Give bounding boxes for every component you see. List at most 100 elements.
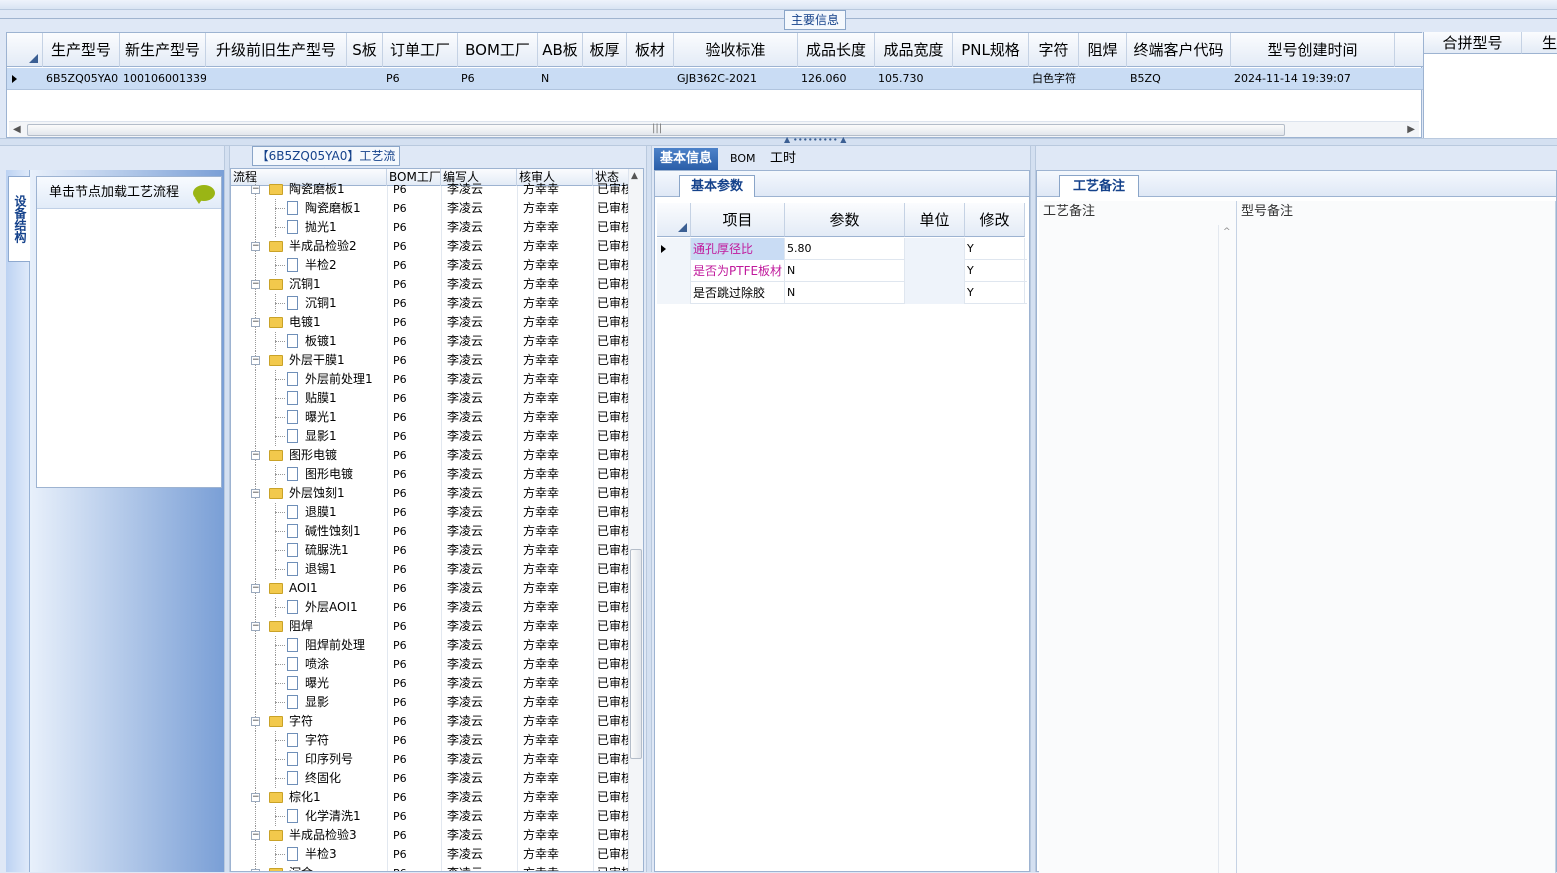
main-col-header-10[interactable]: 成品长度 <box>798 33 875 67</box>
tree-row[interactable]: 印序列号 P6 李凌云 方幸幸 已审核 <box>231 750 631 769</box>
main-cell-12[interactable] <box>953 68 1029 90</box>
tree-row[interactable]: − 沉铜1 P6 李凌云 方幸幸 已审核 <box>231 275 631 294</box>
collapse-icon[interactable]: − <box>251 185 260 194</box>
main-cell-1[interactable]: 10010600133945 <box>120 68 206 90</box>
tree-vscrollbar[interactable]: ▲ <box>628 169 643 871</box>
tree-row[interactable]: 退膜1 P6 李凌云 方幸幸 已审核 <box>231 503 631 522</box>
params-cell-value[interactable]: N <box>785 260 905 282</box>
main-cell-6[interactable]: N <box>538 68 583 90</box>
tree-row[interactable]: 陶瓷磨板1 P6 李凌云 方幸幸 已审核 <box>231 199 631 218</box>
horizontal-splitter[interactable]: ▲ ∙∙∙∙∙∙∙∙∙ ▲ <box>0 135 1557 146</box>
tree-row[interactable]: 图形电镀 P6 李凌云 方幸幸 已审核 <box>231 465 631 484</box>
params-col-header-3[interactable]: 修改 <box>965 203 1025 237</box>
collapse-icon[interactable]: − <box>251 451 260 460</box>
tree-row[interactable]: 终固化 P6 李凌云 方幸幸 已审核 <box>231 769 631 788</box>
main-col-header-15[interactable]: 终端客户代码 <box>1127 33 1231 67</box>
main-cell-8[interactable] <box>627 68 674 90</box>
params-grid[interactable]: 项目 参数 单位 修改 通孔厚径比 5.80 Y 是否为PTFE板材 N Y 是否跳过除胶 N Y <box>657 203 1027 304</box>
collapse-icon[interactable]: − <box>251 242 260 251</box>
collapse-icon[interactable]: − <box>251 318 260 327</box>
main-cell-10[interactable]: 126.060 <box>798 68 875 90</box>
collapse-icon[interactable]: − <box>251 831 260 840</box>
tree-row[interactable]: − 外层蚀刻1 P6 李凌云 方幸幸 已审核 <box>231 484 631 503</box>
scroll-right-icon[interactable]: ▶ <box>1407 124 1415 135</box>
tab-process-remarks[interactable]: 工艺备注 <box>1059 175 1139 197</box>
params-cell-value[interactable]: 5.80 <box>785 238 905 260</box>
load-flow-box[interactable]: 单击节点加载工艺流程 <box>36 176 222 488</box>
main-col-header-2[interactable]: 升级前旧生产型号 <box>206 33 347 67</box>
params-col-header-0[interactable]: 项目 <box>691 203 785 237</box>
tree-row[interactable]: − 半成品检验3 P6 李凌云 方幸幸 已审核 <box>231 826 631 845</box>
tree-row[interactable]: 显影1 P6 李凌云 方幸幸 已审核 <box>231 427 631 446</box>
tree-row[interactable]: 外层AOI1 P6 李凌云 方幸幸 已审核 <box>231 598 631 617</box>
tree-row[interactable]: 板镀1 P6 李凌云 方幸幸 已审核 <box>231 332 631 351</box>
main-grid-selected-row[interactable]: 6B5ZQ05YA010010600133945P6P6NGJB362C-202… <box>7 68 1423 90</box>
tree-row[interactable]: − 棕化1 P6 李凌云 方幸幸 已审核 <box>231 788 631 807</box>
tree-row[interactable]: 贴膜1 P6 李凌云 方幸幸 已审核 <box>231 389 631 408</box>
main-cell-0[interactable]: 6B5ZQ05YA0 <box>43 68 120 90</box>
main-cell-9[interactable]: GJB362C-2021 <box>674 68 798 90</box>
main-col-header-12[interactable]: PNL规格 <box>953 33 1029 67</box>
tree-row[interactable]: 沉铜1 P6 李凌云 方幸幸 已审核 <box>231 294 631 313</box>
tree-row[interactable]: 曝光1 P6 李凌云 方幸幸 已审核 <box>231 408 631 427</box>
tab-bom[interactable]: BOM <box>724 148 762 170</box>
tree-row[interactable]: − 陶瓷磨板1 P6 李凌云 方幸幸 已审核 <box>231 180 631 199</box>
tree-row[interactable]: 硫脲洗1 P6 李凌云 方幸幸 已审核 <box>231 541 631 560</box>
main-col-header-14[interactable]: 阻焊 <box>1079 33 1127 67</box>
middle-vertical-splitter[interactable] <box>646 146 652 872</box>
collapse-icon[interactable]: − <box>251 622 260 631</box>
tree-row[interactable]: − 外层干膜1 P6 李凌云 方幸幸 已审核 <box>231 351 631 370</box>
collapse-icon[interactable]: − <box>251 356 260 365</box>
main-col-header-4[interactable]: 订单工厂 <box>383 33 458 67</box>
main-grid-hscrollbar[interactable]: ◀ ||| ▶ <box>9 121 1419 137</box>
main-cell-11[interactable]: 105.730 <box>875 68 953 90</box>
scroll-up-icon[interactable]: ▲ <box>631 171 638 181</box>
main-cell-4[interactable]: P6 <box>383 68 458 90</box>
tree-row[interactable]: 碱性蚀刻1 P6 李凌云 方幸幸 已审核 <box>231 522 631 541</box>
params-row[interactable]: 是否为PTFE板材 N Y <box>657 260 1027 282</box>
tree-row[interactable]: 阻焊前处理 P6 李凌云 方幸幸 已审核 <box>231 636 631 655</box>
tree-row[interactable]: 外层前处理1 P6 李凌云 方幸幸 已审核 <box>231 370 631 389</box>
tree-row[interactable]: 半检3 P6 李凌云 方幸幸 已审核 <box>231 845 631 864</box>
equipment-structure-tab[interactable]: 设备结构 <box>8 176 30 262</box>
load-flow-header[interactable]: 单击节点加载工艺流程 <box>37 177 221 209</box>
params-col-header-2[interactable]: 单位 <box>905 203 965 237</box>
scroll-left-icon[interactable]: ◀ <box>13 124 21 135</box>
model-remark-column[interactable]: 型号备注 <box>1237 201 1556 873</box>
collapse-icon[interactable]: − <box>251 584 260 593</box>
main-col-header-11[interactable]: 成品宽度 <box>875 33 953 67</box>
main-col-header-9[interactable]: 验收标准 <box>674 33 798 67</box>
tree-row[interactable]: − 阻焊 P6 李凌云 方幸幸 已审核 <box>231 617 631 636</box>
params-cell-value[interactable]: N <box>785 282 905 304</box>
tab-basic-info[interactable]: 基本信息 <box>654 148 719 170</box>
tree-row[interactable]: − AOI1 P6 李凌云 方幸幸 已审核 <box>231 579 631 598</box>
collapse-icon[interactable]: − <box>251 489 260 498</box>
tree-row[interactable]: 曝光 P6 李凌云 方幸幸 已审核 <box>231 674 631 693</box>
tree-row[interactable]: − 半成品检验2 P6 李凌云 方幸幸 已审核 <box>231 237 631 256</box>
tree-row[interactable]: 喷涂 P6 李凌云 方幸幸 已审核 <box>231 655 631 674</box>
main-col-header-0[interactable]: 生产型号 <box>43 33 120 67</box>
main-cell-15[interactable]: B5ZQ <box>1127 68 1231 90</box>
process-flow-tree[interactable]: 流程 BOM工厂 编写人 核审人 状态 − 陶瓷磨板1 P6 李凌云 方幸幸 已审核 陶瓷磨板1 P6… <box>230 168 644 872</box>
params-row[interactable]: 是否跳过除胶 N Y <box>657 282 1027 304</box>
main-info-grid[interactable]: 生产型号 新生产型号 升级前旧生产型号 S板 订单工厂 BOM工厂 AB板 板厚 板材 验收标准成… <box>6 32 1423 138</box>
main-col-header-6[interactable]: AB板 <box>538 33 583 67</box>
main-col-header-1[interactable]: 新生产型号 <box>120 33 206 67</box>
tree-row[interactable]: −沉金P6李凌云方幸幸已审核 <box>231 864 631 871</box>
tab-basic-params[interactable]: 基本参数 <box>679 175 755 197</box>
main-col-header-3[interactable]: S板 <box>347 33 383 67</box>
main-col-header-7[interactable]: 板厚 <box>583 33 627 67</box>
main-col-header-8[interactable]: 板材 <box>627 33 674 67</box>
tree-vscroll-thumb[interactable] <box>630 549 642 759</box>
process-remark-column[interactable]: 工艺备注 ^ <box>1039 201 1237 873</box>
tree-row[interactable]: 显影 P6 李凌云 方幸幸 已审核 <box>231 693 631 712</box>
params-col-header-1[interactable]: 参数 <box>785 203 905 237</box>
tree-row[interactable]: − 电镀1 P6 李凌云 方幸幸 已审核 <box>231 313 631 332</box>
tree-row[interactable]: 抛光1 P6 李凌云 方幸幸 已审核 <box>231 218 631 237</box>
main-cell-14[interactable] <box>1079 68 1127 90</box>
main-cell-5[interactable]: P6 <box>458 68 538 90</box>
tree-row[interactable]: 半检2 P6 李凌云 方幸幸 已审核 <box>231 256 631 275</box>
tree-row[interactable]: 退锡1 P6 李凌云 方幸幸 已审核 <box>231 560 631 579</box>
tree-row[interactable]: − 字符 P6 李凌云 方幸幸 已审核 <box>231 712 631 731</box>
main-cell-13[interactable]: 白色字符 <box>1029 68 1079 90</box>
